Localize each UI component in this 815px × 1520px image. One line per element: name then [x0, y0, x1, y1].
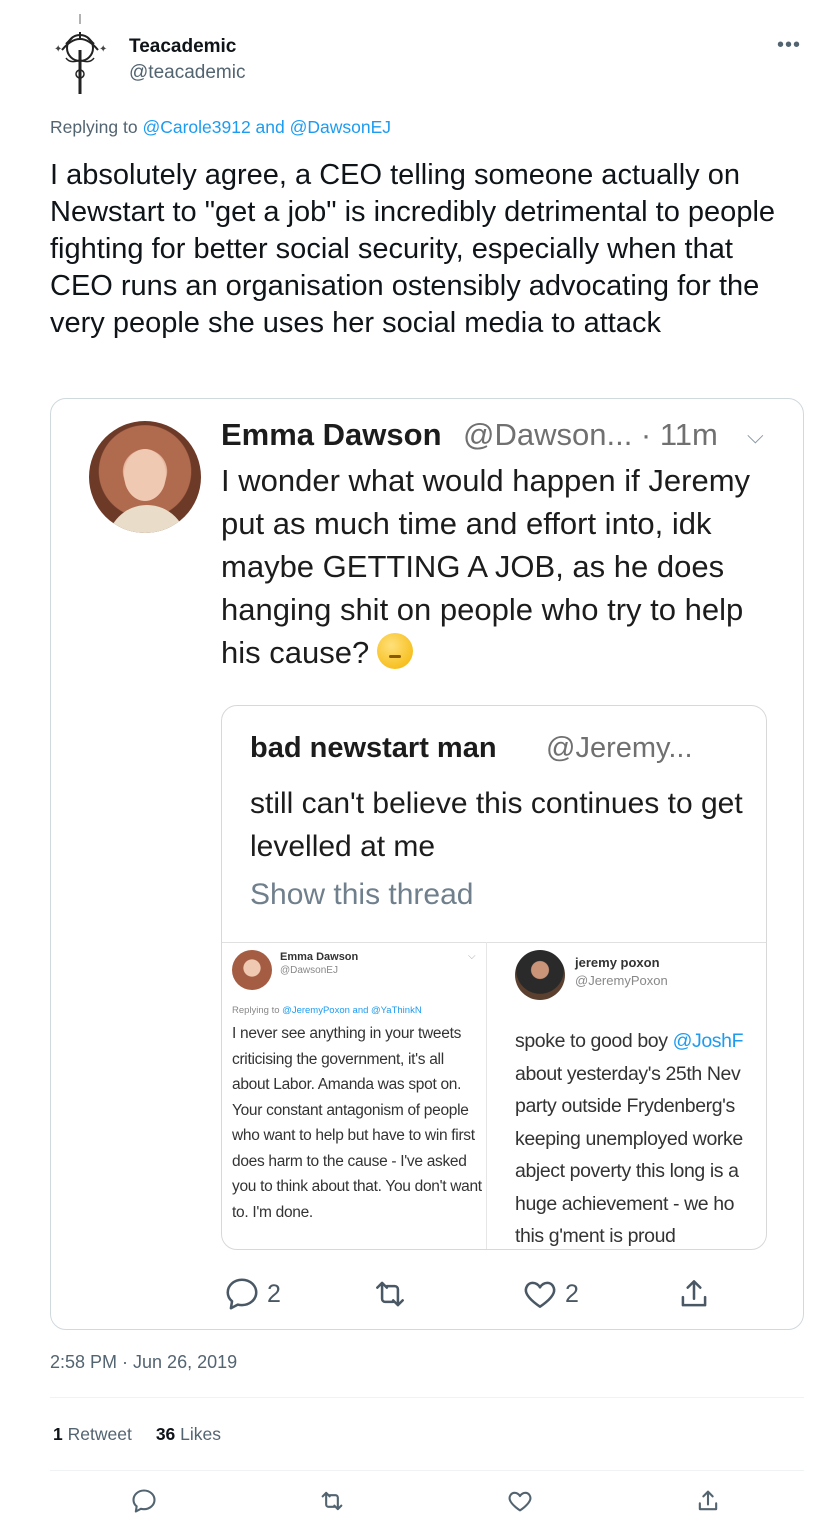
- embedded-replying-to: Replying to @JeremyPoxon and @YaThinkN: [232, 1005, 422, 1016]
- screenshot-text-body: I wonder what would happen if Jeremy put…: [221, 463, 751, 670]
- screenshot-retweet: [371, 1275, 409, 1313]
- screenshot-author-meta: @Dawson... · 11m: [463, 417, 718, 452]
- reply-icon: [132, 1489, 156, 1513]
- tweet-text: I absolutely agree, a CEO telling someon…: [50, 159, 776, 339]
- avatar: [515, 950, 565, 1000]
- divider: [50, 1397, 804, 1398]
- more-horizontal-icon[interactable]: •••: [777, 34, 801, 57]
- likes-label: Likes: [180, 1424, 222, 1444]
- embedded-replying-prefix: Replying to: [232, 1005, 280, 1016]
- thinking-face-emoji: [377, 633, 414, 669]
- retweet-icon: [321, 1491, 343, 1511]
- quoted-author-handle: @Jeremy...: [546, 732, 693, 764]
- embedded-author-handle: @DawsonEJ: [280, 965, 338, 976]
- svg-text:✦: ✦: [99, 44, 107, 55]
- screenshot-author-name: Emma Dawson: [221, 417, 442, 452]
- retweets-label: Retweet: [67, 1424, 132, 1444]
- retweet-icon: [376, 1281, 404, 1307]
- screenshot-tweet-text: I wonder what would happen if Jeremy put…: [221, 459, 791, 674]
- screenshot-quoted-tweet: bad newstart man @Jeremy... still can't …: [221, 705, 767, 1250]
- tree-logo-icon: ✦ ✦: [54, 14, 107, 94]
- replying-prefix: Replying to: [50, 117, 138, 137]
- tweet-action-bar: [0, 1485, 815, 1519]
- embedded-tweet-left: Emma Dawson @DawsonEJ ⌵ Replying to @Jer…: [222, 943, 486, 1249]
- share-icon: [698, 1490, 718, 1511]
- tweet-timestamp[interactable]: 2:58 PM · Jun 26, 2019: [50, 1352, 237, 1373]
- embedded-author-name: jeremy poxon: [575, 955, 660, 970]
- embedded-tweet-right: jeremy poxon @JeremyPoxon spoke to good …: [487, 943, 766, 1249]
- text-line: abject poverty this long is a: [515, 1160, 739, 1182]
- text-line: party outside Frydenberg's: [515, 1095, 735, 1117]
- screenshot-reply: 2: [223, 1275, 281, 1313]
- share-icon: [681, 1280, 707, 1307]
- mention-link: @JoshF: [672, 1030, 744, 1052]
- like-button[interactable]: [506, 1487, 534, 1515]
- embedded-replying-links: @JeremyPoxon and @YaThinkN: [282, 1005, 422, 1016]
- screenshot-action-bar: 2 2: [51, 1269, 803, 1319]
- svg-text:✦: ✦: [54, 44, 62, 55]
- likes-stat[interactable]: 36 Likes: [156, 1424, 221, 1444]
- teacademic-avatar[interactable]: ✦ ✦: [50, 12, 110, 97]
- text-line: huge achievement - we ho: [515, 1192, 735, 1215]
- heart-icon: [524, 1281, 556, 1308]
- divider: [50, 1470, 804, 1471]
- emma-dawson-avatar: [89, 421, 201, 533]
- retweets-stat[interactable]: 1 Retweet: [53, 1424, 132, 1444]
- tweet-header: ✦ ✦ Teacademic @teacademic •••: [0, 0, 815, 105]
- user-handle[interactable]: @teacademic: [129, 62, 245, 84]
- text-line: keeping unemployed worke: [515, 1127, 743, 1150]
- reply-icon: [226, 1278, 258, 1310]
- like-count: 2: [565, 1279, 579, 1308]
- embedded-author-name: Emma Dawson: [280, 951, 359, 963]
- embedded-author-handle: @JeremyPoxon: [575, 973, 668, 988]
- text-line: about yesterday's 25th Nev: [515, 1062, 741, 1085]
- text-line: spoke to good boy: [515, 1030, 673, 1052]
- embedded-tweet-text: spoke to good boy @JoshF about yesterday…: [515, 1025, 766, 1249]
- replying-to-links[interactable]: @Carole3912 and @DawsonEJ: [142, 117, 391, 137]
- chevron-down-icon: ⌵: [747, 423, 764, 448]
- retweets-count: 1: [53, 1424, 63, 1444]
- retweet-button[interactable]: [318, 1487, 346, 1515]
- screenshot-like: 2: [521, 1275, 579, 1313]
- quoted-author-name: bad newstart man: [250, 732, 497, 764]
- replying-to: Replying to @Carole3912 and @DawsonEJ: [50, 117, 391, 138]
- engagement-stats: 1 Retweet 36 Likes: [53, 1424, 221, 1445]
- avatar: [232, 950, 272, 990]
- display-name[interactable]: Teacademic: [129, 36, 236, 58]
- share-button[interactable]: [694, 1487, 722, 1515]
- chevron-down-icon: ⌵: [468, 951, 476, 962]
- reply-button[interactable]: [130, 1487, 158, 1515]
- attached-screenshot[interactable]: Emma Dawson @Dawson... · 11m ⌵ I wonder …: [50, 398, 804, 1330]
- reply-count: 2: [267, 1279, 281, 1308]
- heart-icon: [508, 1491, 532, 1512]
- embedded-tweet-text: I never see anything in your tweets crit…: [232, 1025, 482, 1221]
- text-line: this g'ment is proud: [515, 1225, 676, 1247]
- quoted-tweet-text: still can't believe this continues to ge…: [250, 787, 743, 863]
- show-thread-link: Show this thread: [250, 878, 474, 911]
- screenshot-share: [675, 1275, 713, 1313]
- likes-count: 36: [155, 1424, 176, 1444]
